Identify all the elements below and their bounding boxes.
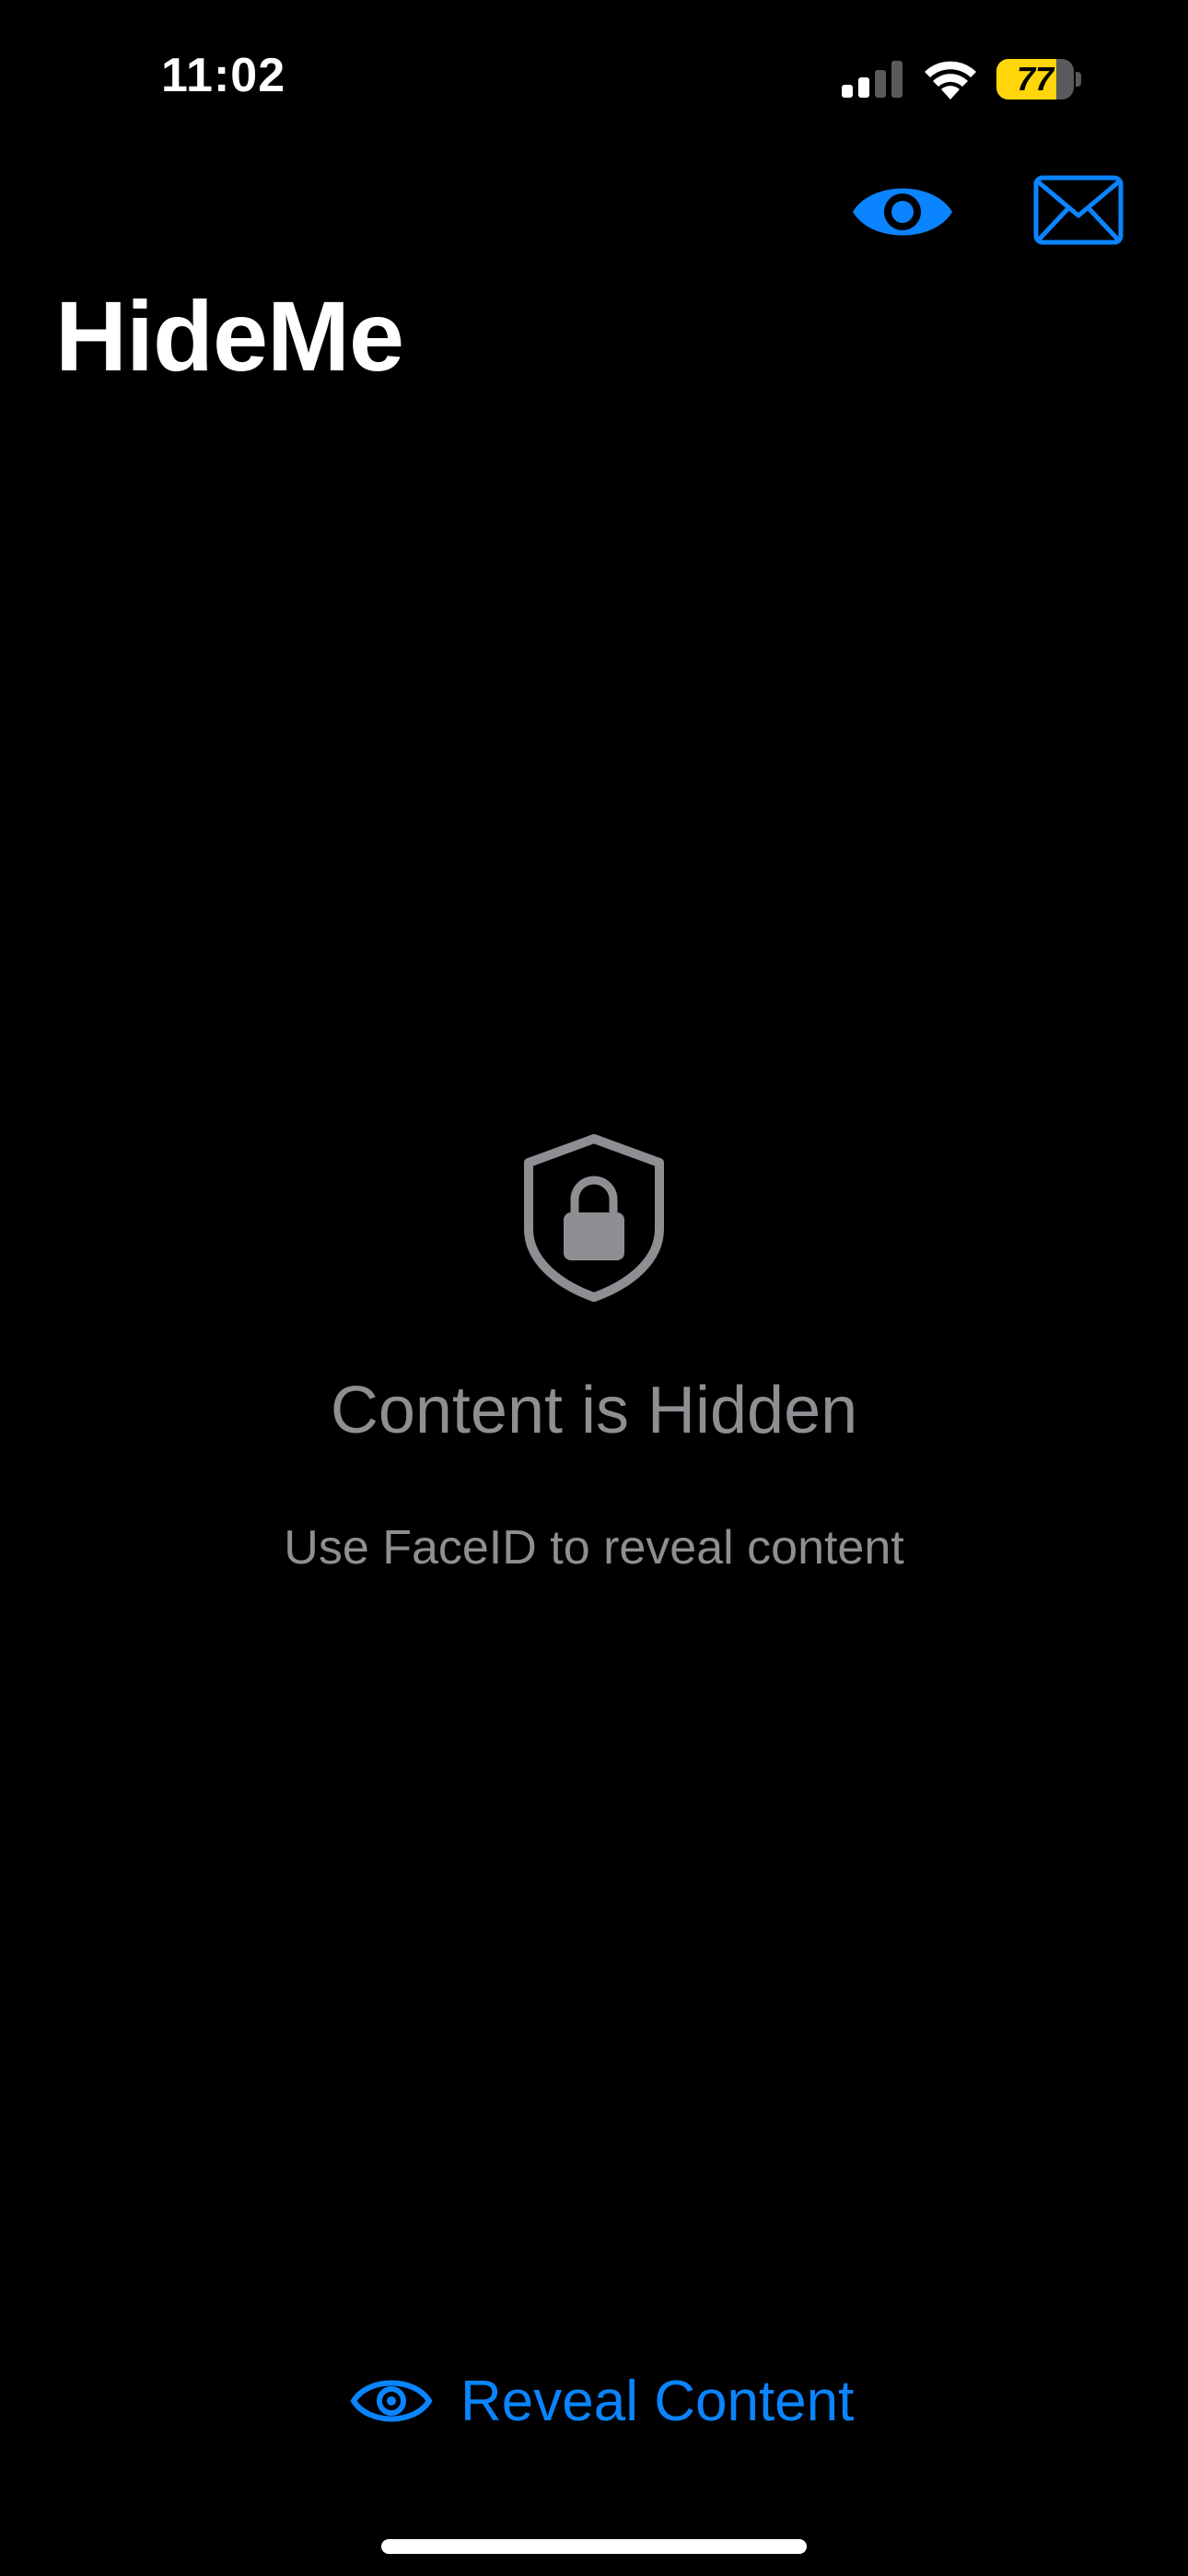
battery-body: 77 — [996, 59, 1074, 100]
hidden-title: Content is Hidden — [330, 1374, 858, 1447]
hidden-subtitle: Use FaceID to reveal content — [284, 1521, 904, 1575]
eye-icon[interactable] — [851, 175, 954, 249]
reveal-content-label: Reveal Content — [460, 2369, 855, 2433]
home-indicator[interactable] — [381, 2539, 807, 2554]
status-time: 11:02 — [161, 49, 286, 102]
eye-icon — [350, 2380, 433, 2422]
page-title: HideMe — [55, 280, 404, 392]
envelope-icon[interactable] — [1033, 175, 1124, 245]
wifi-icon — [925, 61, 976, 100]
reveal-content-button[interactable]: Reveal Content — [350, 2364, 854, 2438]
battery-nub — [1076, 72, 1081, 87]
lock-shield-icon — [524, 1134, 664, 1302]
cellular-signal-icon — [842, 61, 903, 98]
battery-indicator: 77 — [996, 59, 1081, 100]
battery-percent: 77 — [1016, 60, 1054, 98]
